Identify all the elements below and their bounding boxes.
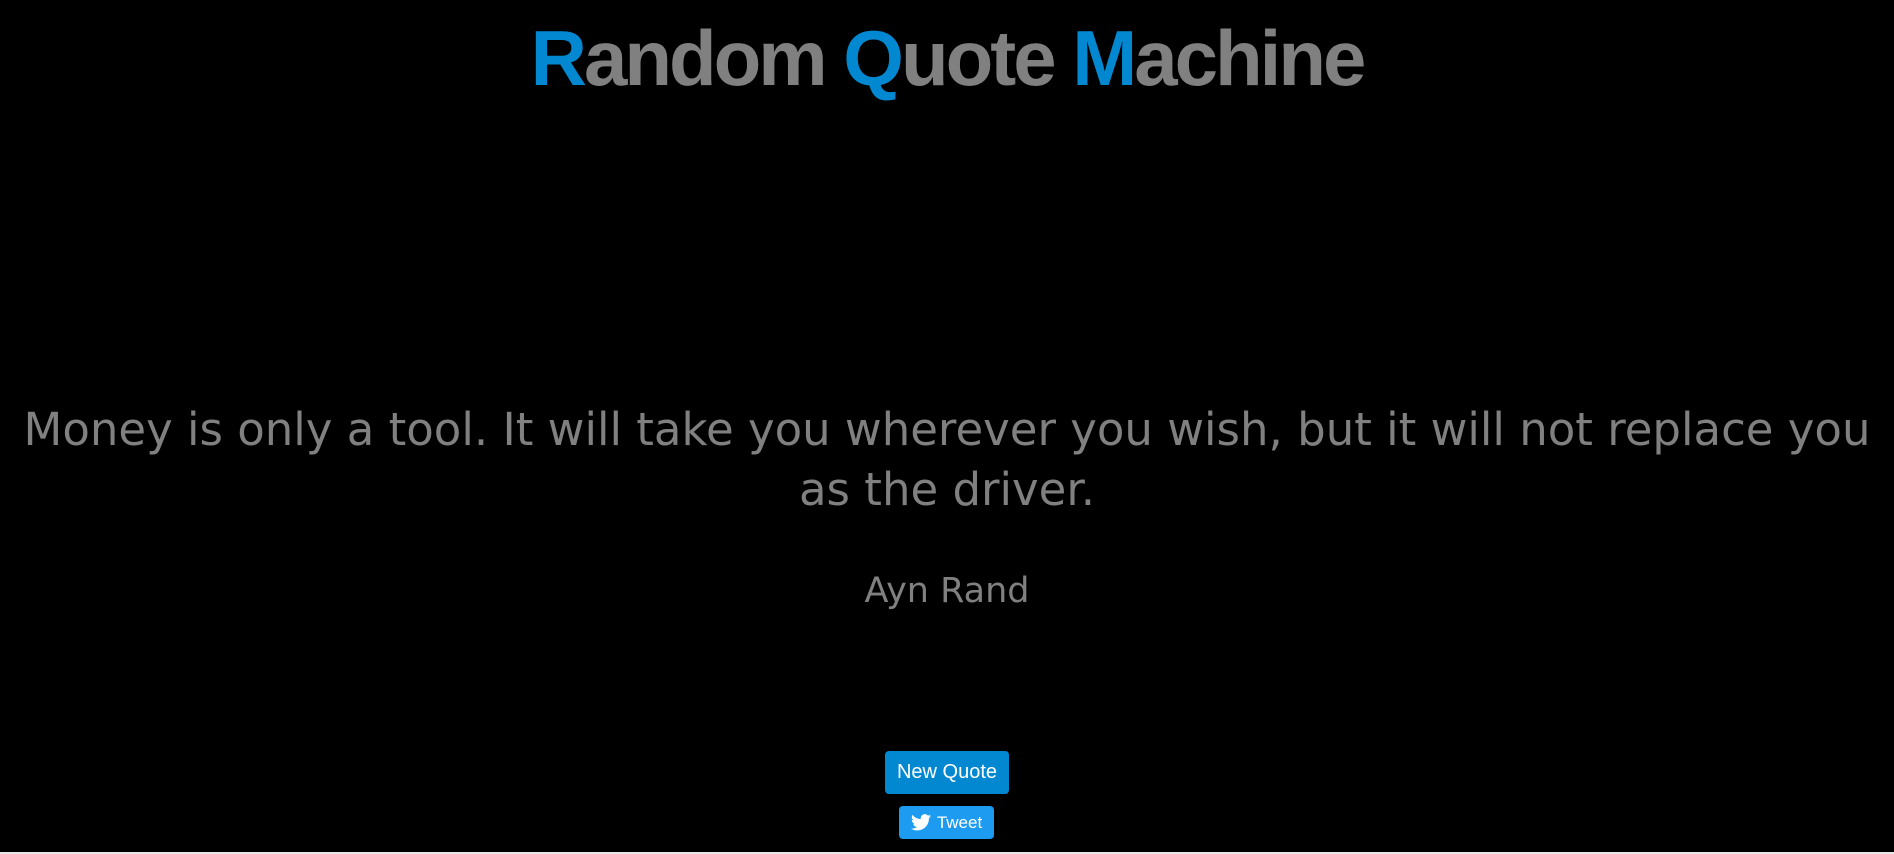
page-title: Random Quote Machine xyxy=(0,8,1894,108)
twitter-bird-icon xyxy=(910,814,931,831)
title-letter-q: Q xyxy=(843,14,904,102)
title-word-machine: achine xyxy=(1134,14,1366,102)
title-word-random: andom xyxy=(583,14,844,102)
title-word-quote: uote xyxy=(900,14,1073,102)
title-letter-m: M xyxy=(1072,14,1137,102)
tweet-label: Tweet xyxy=(936,813,983,832)
quote-text: Money is only a tool. It will take you w… xyxy=(23,403,1871,516)
new-quote-button[interactable]: New Quote xyxy=(885,751,1009,794)
title-letter-r: R xyxy=(530,14,587,102)
quote-author: Ayn Rand xyxy=(864,571,1030,611)
tweet-button[interactable]: Tweet xyxy=(899,806,994,839)
